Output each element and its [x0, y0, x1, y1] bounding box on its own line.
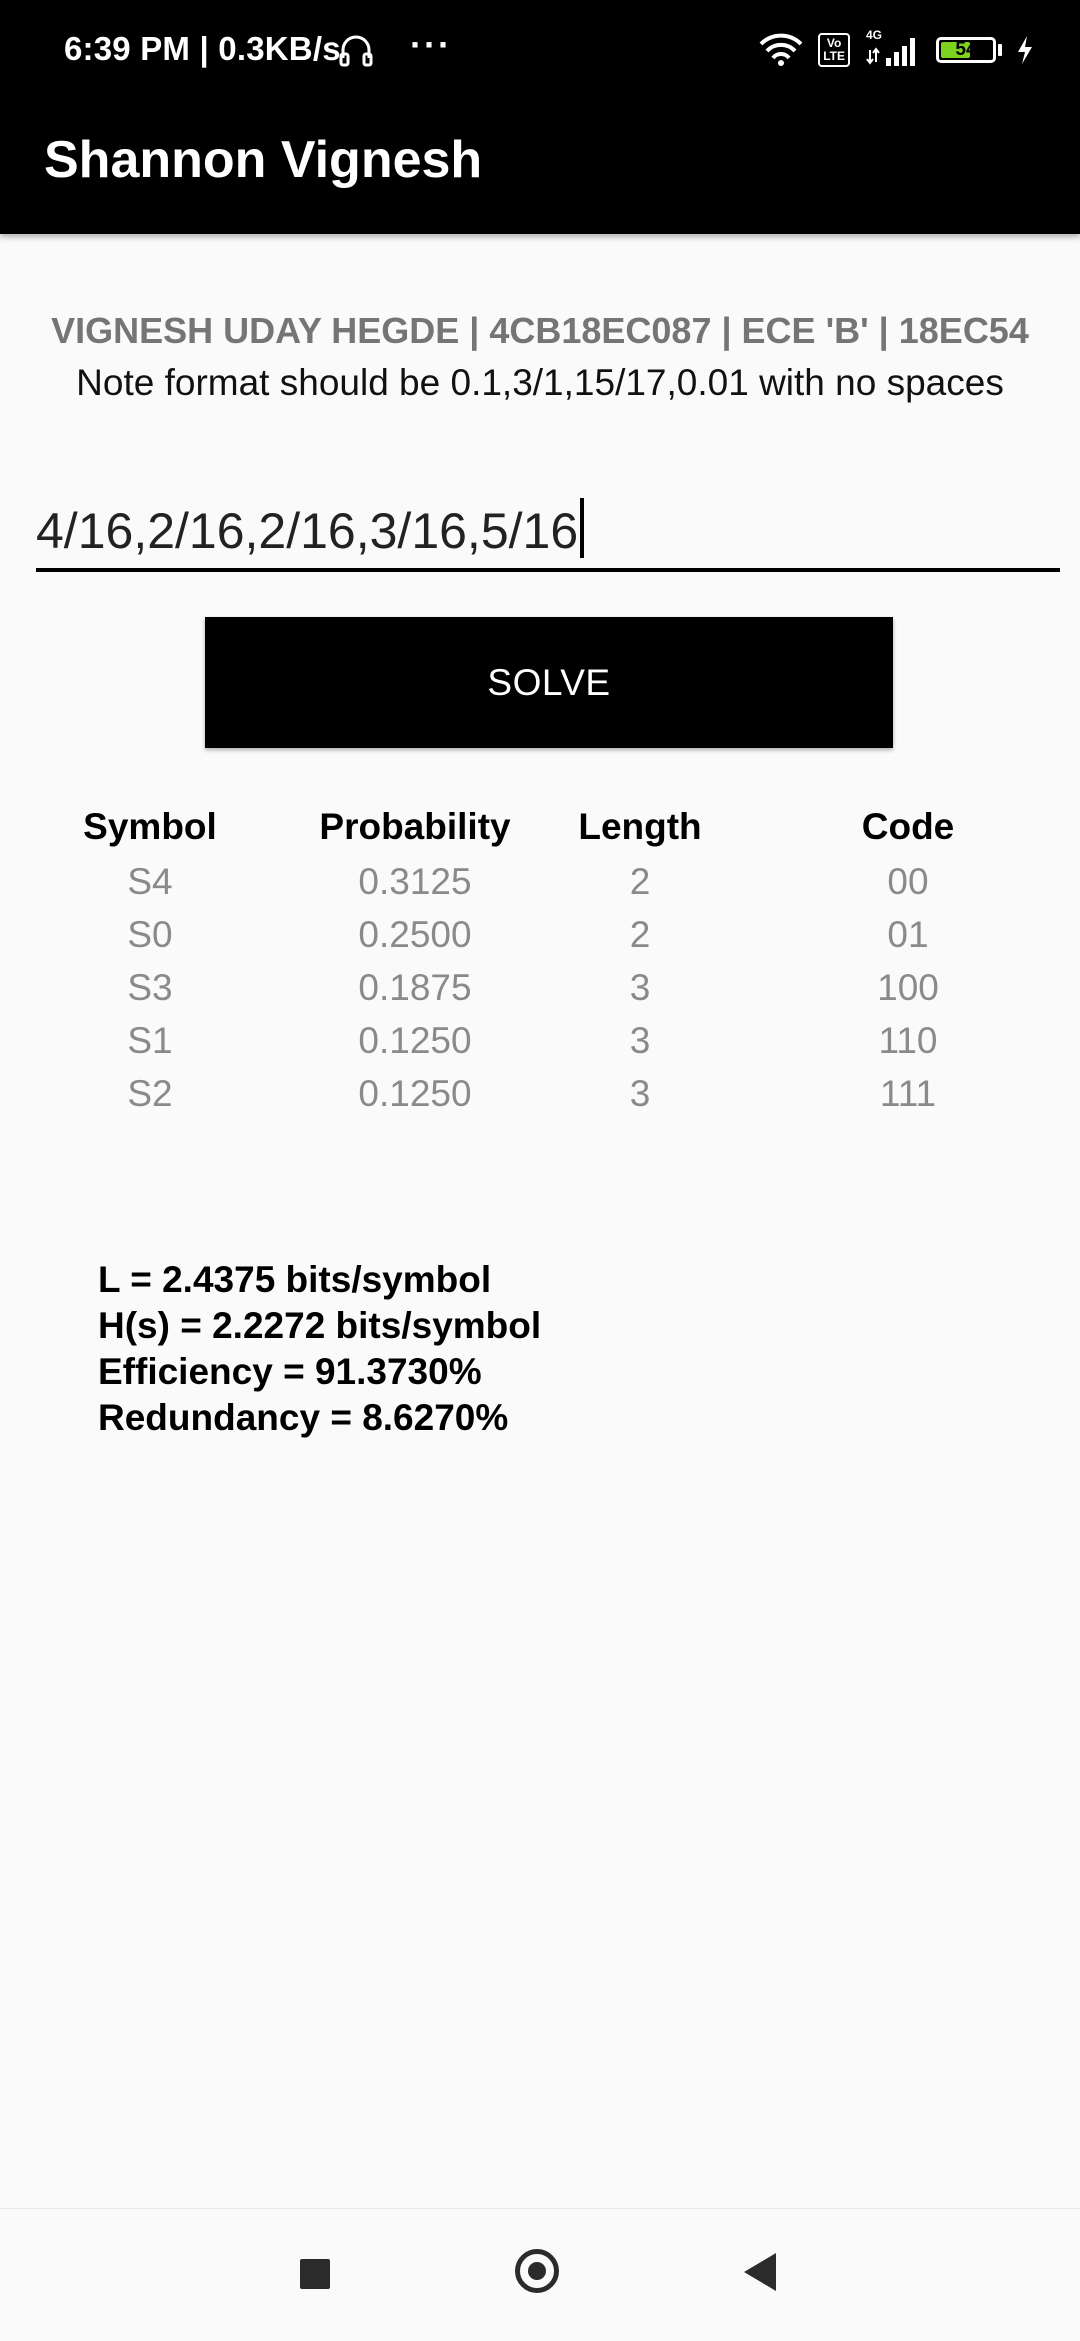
- solve-button[interactable]: SOLVE: [205, 617, 893, 748]
- volte-icon: Vo LTE: [818, 33, 850, 67]
- cell-code: 110: [878, 1020, 938, 1061]
- column-header-length: Length: [578, 806, 702, 847]
- home-circle-icon[interactable]: [515, 2249, 559, 2293]
- column-header-symbol: Symbol: [83, 806, 217, 847]
- app-bar: Shannon Vignesh: [0, 100, 1080, 234]
- back-triangle-icon[interactable]: [744, 2253, 776, 2291]
- average-length-label: L = 2.4375 bits/symbol: [98, 1259, 492, 1300]
- cell-code: 111: [879, 1073, 937, 1114]
- cell-length: 2: [629, 914, 651, 955]
- column-header-probability: Probability: [319, 806, 511, 847]
- cell-symbol: S1: [127, 1020, 173, 1061]
- recents-square-icon[interactable]: [300, 2259, 330, 2289]
- cell-code: 00: [887, 861, 929, 902]
- entropy-label: H(s) = 2.2272 bits/symbol: [98, 1305, 542, 1346]
- cell-length: 2: [629, 861, 651, 902]
- charging-bolt-icon: [1018, 36, 1032, 64]
- cell-probability: 0.1250: [358, 1073, 472, 1114]
- wifi-icon: [759, 33, 803, 66]
- cell-probability: 0.2500: [358, 914, 472, 955]
- text-caret: [580, 498, 585, 558]
- probabilities-input[interactable]: 4/16,2/16,2/16,3/16,5/16: [36, 478, 1060, 572]
- app-title: Shannon Vignesh: [44, 131, 483, 189]
- more-dots-icon: ···: [410, 24, 452, 65]
- efficiency-label: Efficiency = 91.3730%: [98, 1351, 482, 1392]
- cell-symbol: S0: [127, 914, 173, 955]
- headphones-icon: [339, 35, 373, 67]
- system-nav-bar: [0, 2208, 1080, 2341]
- cell-probability: 0.3125: [358, 861, 472, 902]
- battery-icon: 54: [936, 37, 1002, 63]
- battery-level: 54: [955, 39, 977, 60]
- column-header-code: Code: [861, 806, 955, 847]
- cell-symbol: S2: [127, 1073, 173, 1114]
- cell-code: 01: [887, 914, 929, 955]
- cell-code: 100: [877, 967, 939, 1008]
- volte-bottom-label: LTE: [823, 49, 845, 63]
- student-info-label: VIGNESH UDAY HEGDE | 4CB18EC087 | ECE 'B…: [51, 310, 1029, 351]
- status-icons: Vo LTE 4G 54: [758, 28, 1034, 70]
- probabilities-input-value[interactable]: 4/16,2/16,2/16,3/16,5/16: [36, 503, 578, 559]
- cell-length: 3: [629, 1020, 651, 1061]
- cell-length: 3: [629, 967, 651, 1008]
- cell-probability: 0.1875: [358, 967, 472, 1008]
- format-note-label: Note format should be 0.1,3/1,15/17,0.01…: [76, 362, 1004, 403]
- redundancy-label: Redundancy = 8.6270%: [98, 1397, 509, 1438]
- cell-symbol: S3: [127, 967, 173, 1008]
- cell-probability: 0.1250: [358, 1020, 472, 1061]
- cellular-signal-icon: 4G: [864, 28, 922, 68]
- cell-length: 3: [629, 1073, 651, 1114]
- status-bar: 6:39 PM | 0.3KB/s ··· Vo LTE 4G 54: [0, 0, 1080, 100]
- results-summary: L = 2.4375 bits/symbol H(s) = 2.2272 bit…: [98, 1257, 541, 1441]
- status-time: 6:39 PM | 0.3KB/s: [64, 30, 341, 67]
- cell-symbol: S4: [127, 861, 173, 902]
